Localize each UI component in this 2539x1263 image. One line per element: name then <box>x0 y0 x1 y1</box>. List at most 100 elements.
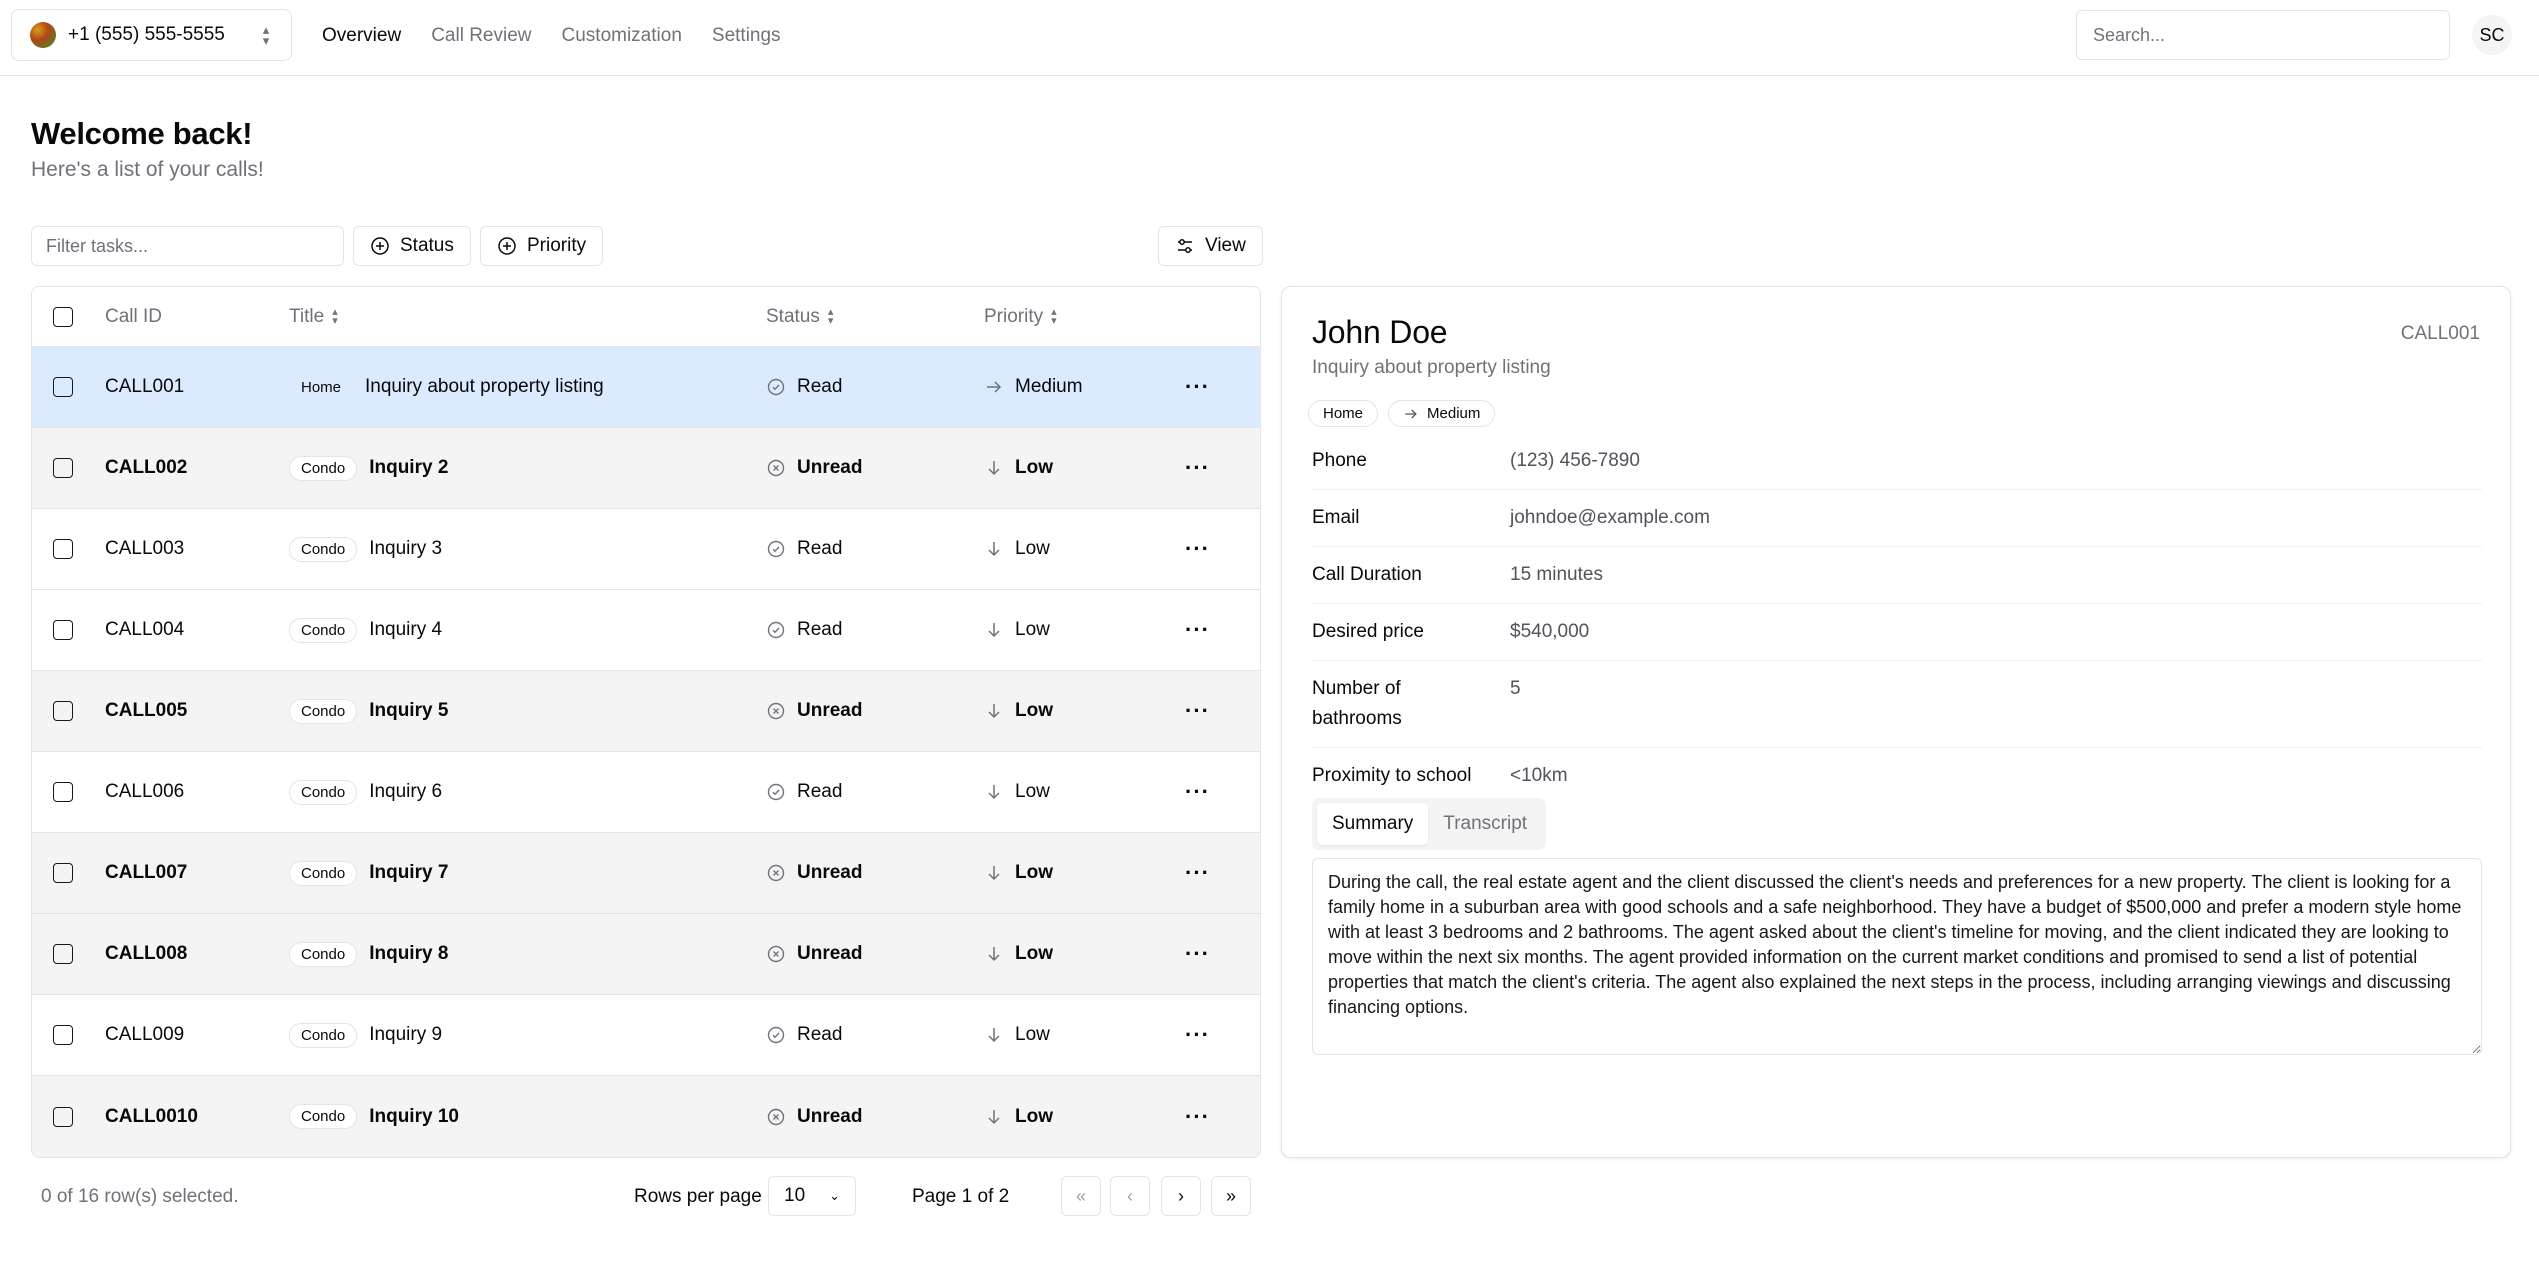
nav-call-review[interactable]: Call Review <box>431 25 531 47</box>
detail-badges: Home Medium <box>1308 400 1496 427</box>
more-actions-icon[interactable]: ··· <box>1185 455 1210 481</box>
row-checkbox[interactable] <box>53 458 73 478</box>
first-page-button[interactable]: « <box>1061 1176 1101 1216</box>
status-cell: Read <box>797 1024 843 1045</box>
priority-badge: Medium <box>1388 400 1496 427</box>
call-id-cell: CALL006 <box>105 781 185 802</box>
table-row[interactable]: CALL008 Condo Inquiry 8 Unread Low ··· <box>32 914 1260 995</box>
sliders-icon <box>1178 239 1192 253</box>
more-actions-icon[interactable]: ··· <box>1185 860 1210 886</box>
call-id-cell: CALL004 <box>105 619 185 640</box>
sort-icon: ▴ ▾ <box>827 305 834 327</box>
page-info: Page 1 of 2 <box>912 1186 1010 1207</box>
priority-cell: Low <box>1015 619 1050 640</box>
table-row[interactable]: CALL0010 Condo Inquiry 10 Unread Low ··· <box>32 1076 1260 1157</box>
arrow-down-icon <box>988 866 1000 881</box>
row-checkbox[interactable] <box>53 782 73 802</box>
last-page-button[interactable]: » <box>1211 1176 1251 1216</box>
call-id-cell: CALL0010 <box>105 1105 198 1127</box>
priority-cell: Medium <box>1015 376 1083 397</box>
table-row[interactable]: CALL007 Condo Inquiry 7 Unread Low ··· <box>32 833 1260 914</box>
row-checkbox[interactable] <box>53 701 73 721</box>
detail-tabs: Summary Transcript <box>1312 798 1546 850</box>
row-checkbox[interactable] <box>53 620 73 640</box>
arrow-down-icon <box>988 461 1000 476</box>
nav-settings[interactable]: Settings <box>712 25 781 47</box>
more-actions-icon[interactable]: ··· <box>1185 698 1210 724</box>
tab-transcript[interactable]: Transcript <box>1428 803 1542 845</box>
filter-tasks-input[interactable] <box>31 226 344 266</box>
row-checkbox[interactable] <box>53 377 73 397</box>
main-nav: Overview Call Review Customization Setti… <box>322 0 781 72</box>
row-checkbox[interactable] <box>53 944 73 964</box>
arrow-right-icon <box>987 381 1002 393</box>
field-label: Phone <box>1312 450 1367 471</box>
table-row[interactable]: CALL006 Condo Inquiry 6 Read Low ··· <box>32 752 1260 833</box>
detail-fields: Phone (123) 456-7890 Email johndoe@example.… <box>1312 433 2482 804</box>
row-checkbox[interactable] <box>53 1106 73 1127</box>
call-summary-text[interactable]: During the call, the real estate agent a… <box>1312 858 2482 1055</box>
nav-overview[interactable]: Overview <box>322 25 401 47</box>
title-cell: Inquiry 6 <box>369 781 443 802</box>
next-page-button[interactable]: › <box>1161 1176 1201 1216</box>
user-avatar[interactable]: SC <box>2472 15 2512 55</box>
row-checkbox[interactable] <box>53 863 73 883</box>
column-status[interactable]: Status ▴ ▾ <box>766 287 833 346</box>
row-checkbox[interactable] <box>53 1025 73 1045</box>
call-id-cell: CALL003 <box>105 538 185 559</box>
row-checkbox[interactable] <box>53 539 73 559</box>
column-priority[interactable]: Priority ▴ ▾ <box>984 287 1057 346</box>
call-id-cell: CALL002 <box>105 457 188 478</box>
more-actions-icon[interactable]: ··· <box>1185 374 1210 400</box>
table-header: Call ID Title ▴ ▾ Status ▴ ▾ Priority ▴ ▾ <box>32 287 1260 347</box>
call-detail-panel: John Doe CALL001 Inquiry about property … <box>1281 286 2511 1158</box>
more-actions-icon[interactable]: ··· <box>1185 1022 1210 1048</box>
status-filter-button[interactable]: Status <box>353 226 471 266</box>
priority-cell: Low <box>1015 457 1053 478</box>
priority-filter-label: Priority <box>527 235 587 256</box>
view-options-button[interactable]: View <box>1158 226 1263 266</box>
field-value: 15 minutes <box>1510 564 1603 585</box>
previous-page-button[interactable]: ‹ <box>1110 1176 1150 1216</box>
contact-name: John Doe <box>1312 314 1448 350</box>
select-all-checkbox[interactable] <box>53 306 73 327</box>
chevrons-right-icon: » <box>1225 1185 1236 1206</box>
table-row[interactable]: CALL003 Condo Inquiry 3 Read Low ··· <box>32 509 1260 590</box>
more-actions-icon[interactable]: ··· <box>1185 1104 1210 1130</box>
tab-summary[interactable]: Summary <box>1317 803 1429 845</box>
search-input[interactable] <box>2076 10 2450 60</box>
nav-customization[interactable]: Customization <box>562 25 682 47</box>
detail-field: Phone (123) 456-7890 <box>1312 433 2482 490</box>
page-title: Welcome back! <box>31 116 253 151</box>
table-row[interactable]: CALL005 Condo Inquiry 5 Unread Low ··· <box>32 671 1260 752</box>
account-switcher[interactable]: +1 (555) 555-5555 ▴ ▾ <box>11 9 292 61</box>
call-id-cell: CALL009 <box>105 1024 185 1045</box>
title-cell: Inquiry 4 <box>369 619 443 640</box>
priority-filter-button[interactable]: Priority <box>480 226 604 266</box>
rows-per-page-select[interactable]: 10 ⌄ <box>768 1176 856 1216</box>
account-label: +1 (555) 555-5555 <box>68 24 225 45</box>
table-row[interactable]: CALL002 Condo Inquiry 2 Unread Low ··· <box>32 428 1260 509</box>
rows-per-page-value: 10 <box>784 1185 806 1206</box>
arrow-right-icon <box>1405 409 1417 418</box>
column-title[interactable]: Title ▴ ▾ <box>289 287 338 346</box>
more-actions-icon[interactable]: ··· <box>1185 779 1210 805</box>
plus-circle-icon <box>371 237 389 255</box>
more-actions-icon[interactable]: ··· <box>1185 617 1210 643</box>
table-row[interactable]: CALL001 Home Inquiry about property listin… <box>32 347 1260 428</box>
x-circle-icon <box>767 1108 785 1125</box>
call-id-cell: CALL005 <box>105 700 188 721</box>
more-actions-icon[interactable]: ··· <box>1185 941 1210 967</box>
status-cell: Unread <box>797 457 863 478</box>
title-cell: Inquiry 10 <box>369 1105 459 1127</box>
call-id-cell: CALL007 <box>105 862 188 883</box>
priority-cell: Low <box>1015 943 1053 964</box>
x-circle-icon <box>767 459 785 477</box>
table-row[interactable]: CALL009 Condo Inquiry 9 Read Low ··· <box>32 995 1260 1076</box>
table-row[interactable]: CALL004 Condo Inquiry 4 Read Low ··· <box>32 590 1260 671</box>
more-actions-icon[interactable]: ··· <box>1185 536 1210 562</box>
priority-cell: Low <box>1015 700 1053 721</box>
property-type-badge: Condo <box>289 617 358 643</box>
arrow-down-icon <box>988 1028 1000 1043</box>
status-cell: Read <box>797 538 843 559</box>
